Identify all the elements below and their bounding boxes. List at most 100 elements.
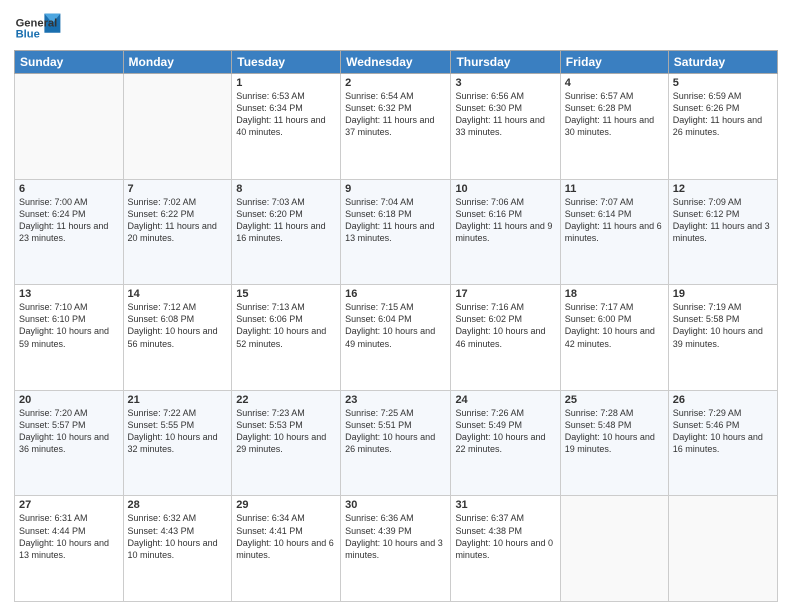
day-cell: 15Sunrise: 7:13 AM Sunset: 6:06 PM Dayli… (232, 285, 341, 391)
day-number: 13 (19, 288, 119, 300)
day-info: Sunrise: 7:02 AM Sunset: 6:22 PM Dayligh… (128, 196, 228, 245)
day-info: Sunrise: 6:32 AM Sunset: 4:43 PM Dayligh… (128, 512, 228, 561)
day-number: 1 (236, 77, 336, 89)
svg-text:Blue: Blue (16, 29, 40, 41)
day-cell: 8Sunrise: 7:03 AM Sunset: 6:20 PM Daylig… (232, 179, 341, 285)
day-info: Sunrise: 7:06 AM Sunset: 6:16 PM Dayligh… (455, 196, 555, 245)
day-number: 26 (673, 394, 773, 406)
page-header: General Blue (14, 10, 778, 46)
day-cell: 6Sunrise: 7:00 AM Sunset: 6:24 PM Daylig… (15, 179, 124, 285)
day-number: 25 (565, 394, 664, 406)
svg-text:General: General (16, 17, 58, 29)
day-info: Sunrise: 7:00 AM Sunset: 6:24 PM Dayligh… (19, 196, 119, 245)
day-number: 5 (673, 77, 773, 89)
day-cell: 2Sunrise: 6:54 AM Sunset: 6:32 PM Daylig… (341, 74, 451, 180)
day-cell: 19Sunrise: 7:19 AM Sunset: 5:58 PM Dayli… (668, 285, 777, 391)
day-number: 16 (345, 288, 446, 300)
day-number: 7 (128, 183, 228, 195)
day-info: Sunrise: 7:12 AM Sunset: 6:08 PM Dayligh… (128, 301, 228, 350)
day-number: 19 (673, 288, 773, 300)
day-info: Sunrise: 7:22 AM Sunset: 5:55 PM Dayligh… (128, 407, 228, 456)
day-number: 21 (128, 394, 228, 406)
day-cell: 1Sunrise: 6:53 AM Sunset: 6:34 PM Daylig… (232, 74, 341, 180)
calendar-table: SundayMondayTuesdayWednesdayThursdayFrid… (14, 50, 778, 602)
day-number: 18 (565, 288, 664, 300)
day-cell: 24Sunrise: 7:26 AM Sunset: 5:49 PM Dayli… (451, 390, 560, 496)
day-info: Sunrise: 7:29 AM Sunset: 5:46 PM Dayligh… (673, 407, 773, 456)
day-cell: 12Sunrise: 7:09 AM Sunset: 6:12 PM Dayli… (668, 179, 777, 285)
day-info: Sunrise: 7:09 AM Sunset: 6:12 PM Dayligh… (673, 196, 773, 245)
day-info: Sunrise: 6:37 AM Sunset: 4:38 PM Dayligh… (455, 512, 555, 561)
day-info: Sunrise: 6:31 AM Sunset: 4:44 PM Dayligh… (19, 512, 119, 561)
week-row-1: 1Sunrise: 6:53 AM Sunset: 6:34 PM Daylig… (15, 74, 778, 180)
day-cell: 4Sunrise: 6:57 AM Sunset: 6:28 PM Daylig… (560, 74, 668, 180)
day-cell: 23Sunrise: 7:25 AM Sunset: 5:51 PM Dayli… (341, 390, 451, 496)
day-info: Sunrise: 6:57 AM Sunset: 6:28 PM Dayligh… (565, 90, 664, 139)
day-cell: 30Sunrise: 6:36 AM Sunset: 4:39 PM Dayli… (341, 496, 451, 602)
weekday-monday: Monday (123, 51, 232, 74)
day-cell: 13Sunrise: 7:10 AM Sunset: 6:10 PM Dayli… (15, 285, 124, 391)
day-cell: 21Sunrise: 7:22 AM Sunset: 5:55 PM Dayli… (123, 390, 232, 496)
day-number: 23 (345, 394, 446, 406)
day-info: Sunrise: 7:28 AM Sunset: 5:48 PM Dayligh… (565, 407, 664, 456)
day-info: Sunrise: 6:54 AM Sunset: 6:32 PM Dayligh… (345, 90, 446, 139)
day-number: 17 (455, 288, 555, 300)
day-info: Sunrise: 7:26 AM Sunset: 5:49 PM Dayligh… (455, 407, 555, 456)
day-cell: 27Sunrise: 6:31 AM Sunset: 4:44 PM Dayli… (15, 496, 124, 602)
day-info: Sunrise: 7:04 AM Sunset: 6:18 PM Dayligh… (345, 196, 446, 245)
day-info: Sunrise: 7:20 AM Sunset: 5:57 PM Dayligh… (19, 407, 119, 456)
day-cell (560, 496, 668, 602)
day-cell (668, 496, 777, 602)
day-cell: 9Sunrise: 7:04 AM Sunset: 6:18 PM Daylig… (341, 179, 451, 285)
day-info: Sunrise: 7:03 AM Sunset: 6:20 PM Dayligh… (236, 196, 336, 245)
day-number: 24 (455, 394, 555, 406)
day-number: 3 (455, 77, 555, 89)
day-number: 11 (565, 183, 664, 195)
day-info: Sunrise: 6:53 AM Sunset: 6:34 PM Dayligh… (236, 90, 336, 139)
day-cell: 31Sunrise: 6:37 AM Sunset: 4:38 PM Dayli… (451, 496, 560, 602)
weekday-friday: Friday (560, 51, 668, 74)
day-number: 6 (19, 183, 119, 195)
day-number: 22 (236, 394, 336, 406)
day-cell: 10Sunrise: 7:06 AM Sunset: 6:16 PM Dayli… (451, 179, 560, 285)
day-cell (123, 74, 232, 180)
day-number: 29 (236, 499, 336, 511)
day-cell: 11Sunrise: 7:07 AM Sunset: 6:14 PM Dayli… (560, 179, 668, 285)
day-number: 20 (19, 394, 119, 406)
weekday-wednesday: Wednesday (341, 51, 451, 74)
weekday-sunday: Sunday (15, 51, 124, 74)
day-number: 15 (236, 288, 336, 300)
day-info: Sunrise: 7:19 AM Sunset: 5:58 PM Dayligh… (673, 301, 773, 350)
day-info: Sunrise: 7:10 AM Sunset: 6:10 PM Dayligh… (19, 301, 119, 350)
day-cell: 18Sunrise: 7:17 AM Sunset: 6:00 PM Dayli… (560, 285, 668, 391)
day-number: 8 (236, 183, 336, 195)
day-number: 14 (128, 288, 228, 300)
week-row-3: 13Sunrise: 7:10 AM Sunset: 6:10 PM Dayli… (15, 285, 778, 391)
week-row-5: 27Sunrise: 6:31 AM Sunset: 4:44 PM Dayli… (15, 496, 778, 602)
day-cell: 14Sunrise: 7:12 AM Sunset: 6:08 PM Dayli… (123, 285, 232, 391)
day-number: 30 (345, 499, 446, 511)
day-number: 2 (345, 77, 446, 89)
day-cell: 3Sunrise: 6:56 AM Sunset: 6:30 PM Daylig… (451, 74, 560, 180)
day-number: 9 (345, 183, 446, 195)
day-info: Sunrise: 6:34 AM Sunset: 4:41 PM Dayligh… (236, 512, 336, 561)
day-info: Sunrise: 6:36 AM Sunset: 4:39 PM Dayligh… (345, 512, 446, 561)
weekday-thursday: Thursday (451, 51, 560, 74)
day-number: 12 (673, 183, 773, 195)
day-cell: 26Sunrise: 7:29 AM Sunset: 5:46 PM Dayli… (668, 390, 777, 496)
day-info: Sunrise: 7:16 AM Sunset: 6:02 PM Dayligh… (455, 301, 555, 350)
day-info: Sunrise: 7:07 AM Sunset: 6:14 PM Dayligh… (565, 196, 664, 245)
day-cell: 16Sunrise: 7:15 AM Sunset: 6:04 PM Dayli… (341, 285, 451, 391)
logo: General Blue (14, 10, 62, 46)
week-row-2: 6Sunrise: 7:00 AM Sunset: 6:24 PM Daylig… (15, 179, 778, 285)
weekday-saturday: Saturday (668, 51, 777, 74)
day-number: 28 (128, 499, 228, 511)
weekday-header-row: SundayMondayTuesdayWednesdayThursdayFrid… (15, 51, 778, 74)
day-number: 27 (19, 499, 119, 511)
day-cell (15, 74, 124, 180)
day-cell: 17Sunrise: 7:16 AM Sunset: 6:02 PM Dayli… (451, 285, 560, 391)
day-cell: 5Sunrise: 6:59 AM Sunset: 6:26 PM Daylig… (668, 74, 777, 180)
day-cell: 25Sunrise: 7:28 AM Sunset: 5:48 PM Dayli… (560, 390, 668, 496)
day-cell: 20Sunrise: 7:20 AM Sunset: 5:57 PM Dayli… (15, 390, 124, 496)
day-cell: 22Sunrise: 7:23 AM Sunset: 5:53 PM Dayli… (232, 390, 341, 496)
